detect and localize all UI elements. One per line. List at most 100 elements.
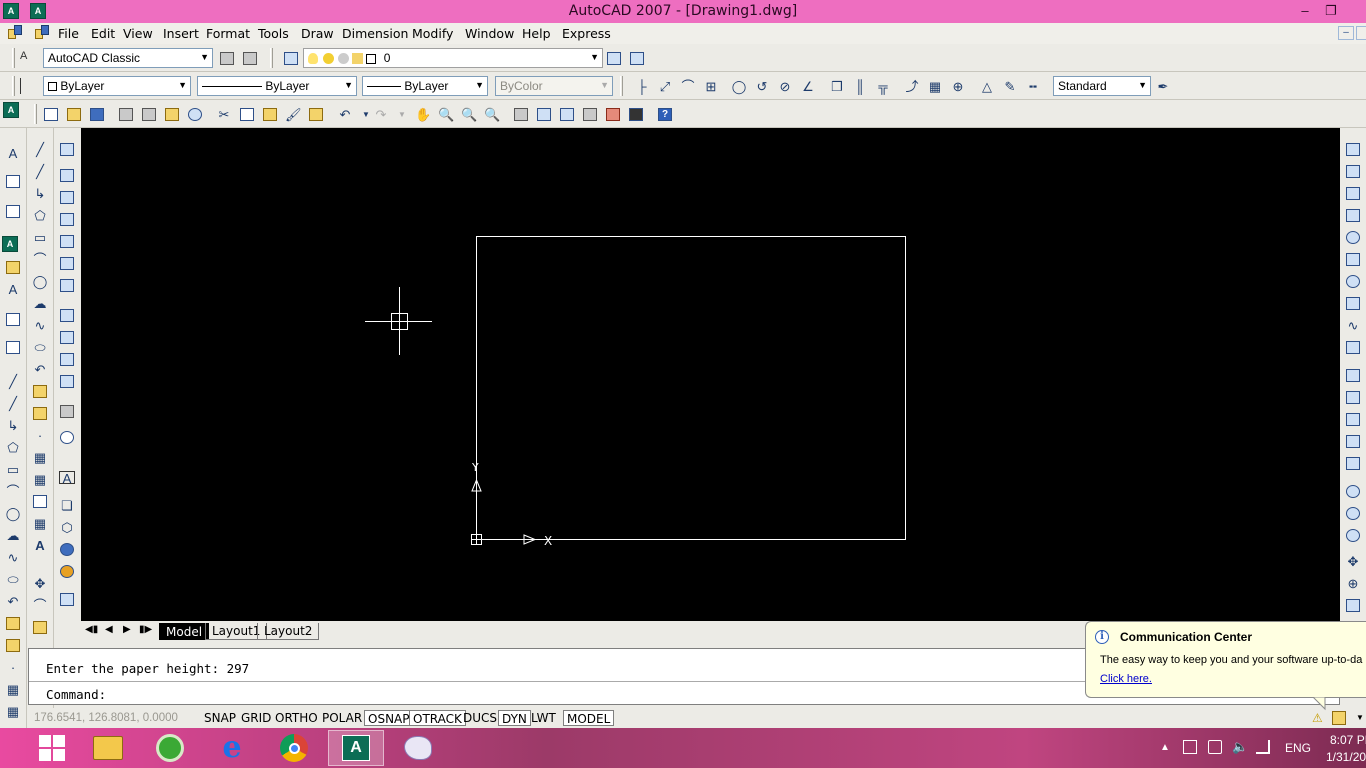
tolerance-icon[interactable]: ▦ bbox=[926, 77, 944, 95]
baseline-icon[interactable]: ║ bbox=[851, 77, 869, 95]
union-icon[interactable] bbox=[1344, 482, 1362, 500]
center-mark-icon[interactable]: ⊕ bbox=[949, 77, 967, 95]
presspull-icon[interactable] bbox=[1344, 388, 1362, 406]
construction-line-icon[interactable]: ╱ bbox=[31, 162, 49, 180]
show-hidden-icons-icon[interactable]: ▲ bbox=[1160, 742, 1170, 753]
copy-icon[interactable] bbox=[238, 105, 256, 123]
open-icon[interactable] bbox=[4, 258, 22, 276]
restore-button[interactable]: ❐ bbox=[1320, 2, 1342, 20]
zoom-window-icon[interactable]: 🔍 bbox=[460, 105, 478, 123]
insert-block-icon[interactable] bbox=[31, 382, 49, 400]
pan-icon[interactable]: ✋ bbox=[414, 105, 432, 123]
3d-dwf-icon[interactable] bbox=[186, 105, 204, 123]
tab-layout2[interactable]: Layout2 bbox=[257, 623, 320, 640]
rectangle-icon[interactable]: ▭ bbox=[31, 228, 49, 246]
3d-align-icon[interactable] bbox=[1344, 596, 1362, 614]
radius-icon[interactable]: ◯ bbox=[730, 77, 748, 95]
dyn-toggle[interactable]: DYN bbox=[498, 710, 531, 726]
paper-boundary-rectangle[interactable] bbox=[476, 236, 906, 540]
planar-surface-icon[interactable] bbox=[1344, 338, 1362, 356]
extrude-icon[interactable] bbox=[58, 306, 76, 324]
wedge-icon[interactable] bbox=[1344, 184, 1362, 202]
workspace-settings-icon[interactable] bbox=[218, 49, 236, 67]
wedge-icon[interactable] bbox=[58, 188, 76, 206]
chevron-down-icon[interactable]: ▼ bbox=[1356, 713, 1364, 722]
cylinder-icon[interactable] bbox=[1344, 250, 1362, 268]
sheet-set-icon[interactable] bbox=[581, 105, 599, 123]
plot-icon[interactable] bbox=[117, 105, 135, 123]
camera-icon[interactable] bbox=[58, 402, 76, 420]
paste-icon[interactable] bbox=[261, 105, 279, 123]
ellipse-icon[interactable]: ⬭ bbox=[31, 338, 49, 356]
ducs-toggle[interactable]: DUCS bbox=[460, 710, 500, 726]
torus-icon[interactable] bbox=[1344, 272, 1362, 290]
quick-leader-icon[interactable]: ⤴ bbox=[903, 77, 921, 95]
menu-insert[interactable]: Insert bbox=[163, 26, 199, 41]
rectangle-icon[interactable] bbox=[4, 172, 22, 190]
menu-window[interactable]: Window bbox=[465, 26, 514, 41]
chrome-icon[interactable] bbox=[266, 730, 322, 766]
construction-line-icon[interactable]: ╱ bbox=[4, 394, 22, 412]
presspull-icon[interactable] bbox=[58, 328, 76, 346]
lwt-toggle[interactable]: LWT bbox=[528, 710, 559, 726]
sphere-icon[interactable] bbox=[1344, 228, 1362, 246]
last-tab-icon[interactable]: ▮▶ bbox=[139, 624, 152, 635]
prev-tab-icon[interactable]: ◀ bbox=[105, 624, 113, 635]
autocad-small-icon[interactable]: A bbox=[2, 236, 18, 252]
model-toggle[interactable]: MODEL bbox=[563, 710, 615, 726]
properties-icon[interactable] bbox=[512, 105, 530, 123]
osnap-toggle[interactable]: OSNAP bbox=[364, 710, 414, 726]
arc-length-icon[interactable]: ⌒ bbox=[679, 77, 697, 95]
make-current-layer-icon[interactable] bbox=[605, 49, 623, 67]
dimension-update-icon[interactable]: ╍ bbox=[1024, 77, 1042, 95]
zoom-previous-icon[interactable]: 🔍 bbox=[483, 105, 501, 123]
dimension-text-edit-icon[interactable]: ✎ bbox=[1001, 77, 1019, 95]
orbit-icon[interactable] bbox=[58, 428, 76, 446]
menu-format[interactable]: Format bbox=[206, 26, 250, 41]
sweep-icon[interactable] bbox=[1344, 410, 1362, 428]
redo-dropdown-icon[interactable]: ▼ bbox=[393, 105, 411, 123]
workspace-save-icon[interactable] bbox=[241, 49, 259, 67]
minimize-button[interactable]: – bbox=[1294, 2, 1316, 20]
box-icon[interactable] bbox=[58, 166, 76, 184]
pyramid-icon[interactable] bbox=[1344, 294, 1362, 312]
helix-icon[interactable]: ∿ bbox=[1344, 316, 1362, 334]
autocad-small-icon[interactable]: A bbox=[3, 102, 19, 118]
3d-rotate-icon[interactable]: ⊕ bbox=[1344, 574, 1362, 592]
clock-time[interactable]: 8:07 PM bbox=[1330, 733, 1366, 747]
first-tab-icon[interactable]: ◀▮ bbox=[85, 624, 98, 635]
text-a-icon[interactable]: A bbox=[4, 144, 22, 162]
sphere-icon[interactable] bbox=[58, 540, 76, 558]
ordinate-icon[interactable]: ⊞ bbox=[702, 77, 720, 95]
jogged-icon[interactable]: ↺ bbox=[753, 77, 771, 95]
coordinates-readout[interactable]: 176.6541, 126.8081, 0.0000 bbox=[30, 710, 198, 726]
start-icon[interactable] bbox=[24, 730, 80, 766]
menu-edit[interactable]: Edit bbox=[91, 26, 115, 41]
linetype-dropdown[interactable]: ByLayer ▼ bbox=[197, 76, 357, 96]
3d-move-icon[interactable]: ✥ bbox=[1344, 552, 1362, 570]
rectangle-icon[interactable] bbox=[4, 310, 22, 328]
make-block-icon[interactable] bbox=[31, 404, 49, 422]
3d-wedge-icon[interactable]: ⬡ bbox=[58, 518, 76, 536]
hatch-icon[interactable]: ▦ bbox=[4, 680, 22, 698]
extrude-icon[interactable] bbox=[1344, 366, 1362, 384]
polysolid-icon[interactable] bbox=[1344, 140, 1362, 158]
arc-icon[interactable]: ⌒ bbox=[31, 250, 49, 268]
dimension-style-icon[interactable]: ✒ bbox=[1154, 77, 1172, 95]
torus-icon[interactable] bbox=[58, 276, 76, 294]
point-icon[interactable]: · bbox=[4, 658, 22, 676]
help-icon[interactable]: ? bbox=[656, 105, 674, 123]
polygon-icon[interactable]: ⬠ bbox=[4, 438, 22, 456]
plot-preview-icon[interactable] bbox=[140, 105, 158, 123]
clock-date[interactable]: 1/31/20 bbox=[1326, 750, 1366, 764]
dimension-edit-icon[interactable]: △ bbox=[978, 77, 996, 95]
file-explorer-icon[interactable] bbox=[80, 730, 136, 766]
power-icon[interactable] bbox=[1208, 740, 1222, 754]
drawing-icon[interactable] bbox=[8, 25, 24, 41]
line-icon[interactable]: ╱ bbox=[4, 372, 22, 390]
text-a-icon[interactable]: A bbox=[4, 280, 22, 298]
command-prompt[interactable]: Command: bbox=[46, 687, 106, 702]
tool-palettes-icon[interactable] bbox=[558, 105, 576, 123]
region-icon[interactable] bbox=[31, 492, 49, 510]
sweep-icon[interactable] bbox=[58, 350, 76, 368]
